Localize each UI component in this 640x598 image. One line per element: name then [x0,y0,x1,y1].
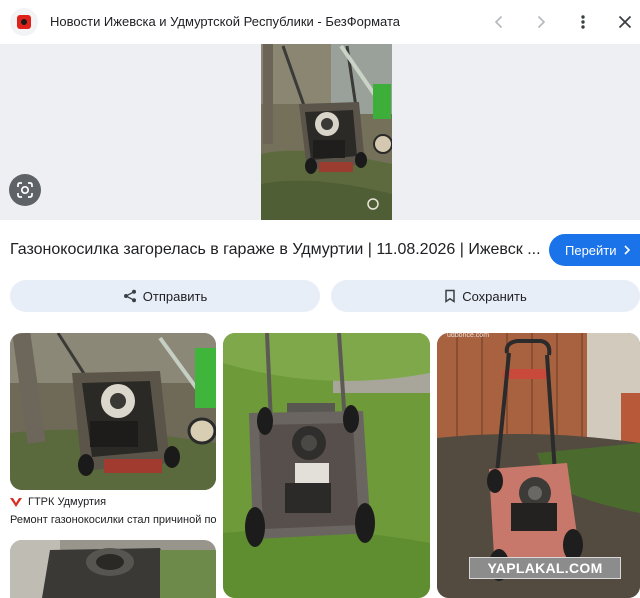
related-image-card[interactable] [223,333,430,598]
related-source-name: ГТРК Удмуртия [28,496,107,508]
related-snippet[interactable]: Ремонт газонокосилки стал причиной пожар… [10,514,216,526]
share-button[interactable]: Отправить [10,280,320,312]
site-favicon[interactable] [10,8,38,36]
close-icon[interactable] [613,10,637,34]
related-image-card[interactable] [10,540,216,598]
site-title[interactable]: Новости Ижевска и Удмуртской Республики … [50,14,400,29]
gtrk-logo-icon [10,498,22,507]
google-lens-button[interactable] [9,174,41,206]
photo-credit: udbonce.com [447,332,490,339]
visit-button-label: Перейти [565,242,617,258]
save-label: Сохранить [462,288,527,304]
share-icon [123,289,136,303]
back-icon[interactable] [487,10,511,34]
visit-button[interactable]: Перейти [549,234,640,266]
save-button[interactable]: Сохранить [331,280,640,312]
related-source[interactable]: ГТРК Удмуртия [10,496,106,508]
viewer-header: Новости Ижевска и Удмуртской Республики … [0,0,640,44]
forward-icon[interactable] [529,10,553,34]
google-lens-icon [17,182,33,198]
related-image-card[interactable] [10,333,216,490]
preview-image[interactable] [261,44,392,220]
result-headline[interactable]: Газонокосилка загорелась в гараже в Удму… [10,241,540,259]
bookmark-icon [445,289,455,303]
share-label: Отправить [142,288,208,304]
preview-area [0,44,640,220]
site-watermark: YAPLAKAL.COM [469,557,621,579]
chevron-right-icon [623,243,631,258]
more-vert-icon[interactable] [571,10,595,34]
